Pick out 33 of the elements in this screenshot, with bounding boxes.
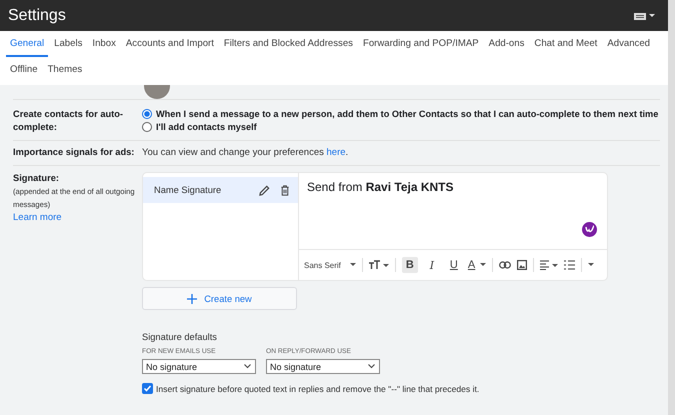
settings-tab[interactable]: Labels: [50, 31, 86, 57]
signature-item[interactable]: Name Signature: [143, 177, 298, 203]
text-color-button[interactable]: A: [468, 259, 486, 271]
signature-dropdown[interactable]: No signature: [266, 359, 380, 374]
settings-tab[interactable]: Offline: [6, 57, 42, 83]
checkbox-label: Insert signature before quoted text in replies and remove the "--" line that precedes it.: [156, 384, 480, 394]
window-title: Settings: [8, 6, 66, 24]
settings-tab[interactable]: Chat and Meet: [530, 31, 602, 57]
format-toggle-button[interactable]: U: [446, 257, 462, 273]
settings-tab[interactable]: General: [6, 31, 48, 57]
preferences-text: You can view and change your preferences here.: [142, 147, 348, 158]
settings-tab[interactable]: Accounts and Import: [122, 31, 218, 57]
learn-more-link[interactable]: Learn more: [13, 211, 142, 224]
section-heading: Signature defaults: [142, 332, 218, 342]
format-toggle-button[interactable]: B: [402, 257, 418, 273]
setting-label: Create contacts for auto-complete:: [13, 108, 124, 134]
setting-label: Importance signals for ads:: [13, 146, 136, 159]
settings-tab[interactable]: Forwarding and POP/IMAP: [358, 31, 483, 57]
font-dropdown[interactable]: Sans Serif: [304, 260, 356, 270]
signature-dropdown[interactable]: No signature: [142, 359, 256, 374]
format-toggle-button[interactable]: I: [424, 257, 440, 273]
settings-tab[interactable]: Inbox: [88, 31, 120, 57]
signature-name: Name Signature: [154, 185, 222, 195]
settings-tab[interactable]: Filters and Blocked Addresses: [220, 31, 357, 57]
settings-tab[interactable]: Themes: [44, 57, 86, 83]
settings-tab[interactable]: Advanced: [603, 31, 654, 57]
option-label: When I send a message to a new person, add them to Other Contacts so that I can auto-complete to them next time: [156, 108, 658, 120]
option-label: I'll add contacts myself: [156, 121, 257, 133]
signature-text[interactable]: Send from Ravi Teja KNTS: [299, 173, 607, 249]
here-link[interactable]: here: [326, 147, 346, 158]
settings-tab[interactable]: Add-ons: [484, 31, 528, 57]
setting-label: Signature:: [13, 172, 60, 185]
create-new-button[interactable]: Create new: [142, 287, 297, 310]
